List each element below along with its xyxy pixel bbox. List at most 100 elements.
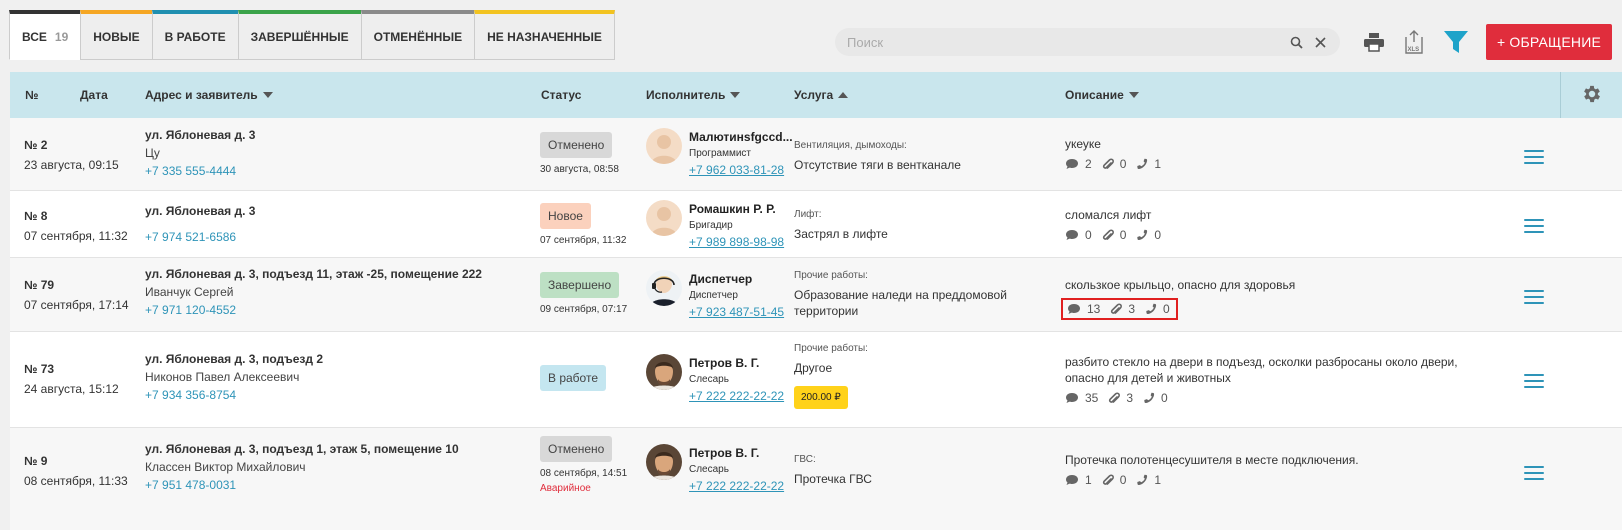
service-cell: Вентиляция, дымоходы: Отсутствие тяги в … [794, 140, 1044, 173]
new-request-button[interactable]: + ОБРАЩЕНИЕ [1486, 24, 1612, 60]
applicant-phone[interactable]: +7 335 555-4444 [145, 164, 255, 178]
col-service[interactable]: Услуга [794, 72, 849, 118]
executor-role: Программист [689, 148, 751, 159]
service-category: Вентиляция, дымоходы: [794, 140, 907, 151]
applicant-name [145, 222, 255, 226]
comments-count: 0 [1085, 228, 1092, 242]
row-menu-icon[interactable] [1524, 374, 1544, 388]
executor-phone[interactable]: +7 989 898-98-98 [689, 235, 784, 249]
col-address-label: Адрес и заявитель [145, 88, 258, 102]
status-badge: Отменено [540, 132, 613, 158]
status-date: 07 сентября, 11:32 [540, 235, 627, 246]
address: ул. Яблоневая д. 3, подъезд 2 [145, 352, 324, 366]
applicant-phone[interactable]: +7 974 521-6586 [145, 230, 255, 244]
comments-count: 2 [1085, 157, 1092, 171]
tab-new[interactable]: НОВЫЕ [80, 10, 153, 60]
row-menu-icon[interactable] [1524, 290, 1544, 304]
request-date: 07 сентября, 11:32 [24, 229, 128, 243]
col-number-label: № [25, 88, 39, 102]
table-row[interactable]: № 8 07 сентября, 11:32 ул. Яблоневая д. … [10, 191, 1622, 258]
calls-counter: 0 [1145, 302, 1170, 316]
executor-phone[interactable]: +7 222 222-22-22 [689, 389, 784, 403]
calls-counter: 1 [1136, 157, 1161, 171]
export-xls-icon[interactable]: XLS [1398, 26, 1430, 58]
avatar [646, 128, 682, 164]
tab-label: ОТМЕНЁННЫЕ [373, 29, 463, 44]
requests-table: № Дата Адрес и заявитель Статус Исполнит… [10, 72, 1622, 530]
activity-counters[interactable]: 0 0 0 [1065, 228, 1495, 242]
col-address[interactable]: Адрес и заявитель [145, 72, 273, 118]
executor-phone[interactable]: +7 923 487-51-45 [689, 305, 784, 319]
row-menu-icon[interactable] [1524, 150, 1544, 164]
status-cell: Отменено 08 сентября, 14:51 Аварийное [540, 436, 627, 494]
phone-icon [1137, 229, 1148, 241]
search-icon[interactable] [1288, 34, 1304, 50]
table-row[interactable]: № 2 23 августа, 09:15 ул. Яблоневая д. 3… [10, 118, 1622, 191]
row-menu-icon[interactable] [1524, 466, 1544, 480]
files-counter: 0 [1102, 228, 1126, 242]
comments-count: 1 [1085, 473, 1092, 487]
address: ул. Яблоневая д. 3, подъезд 11, этаж -25… [145, 267, 482, 281]
executor-phone[interactable]: +7 962 033-81-28 [689, 163, 793, 177]
tab-all[interactable]: ВСЕ 19 [9, 10, 82, 60]
phone-icon [1137, 474, 1148, 486]
request-date: 23 августа, 09:15 [24, 158, 119, 172]
request-number: № 79 [24, 278, 55, 292]
activity-counters[interactable]: 1 0 1 [1065, 473, 1495, 487]
status-badge: Новое [540, 203, 591, 229]
activity-counters[interactable]: 35 3 0 [1065, 391, 1495, 405]
activity-counters[interactable]: 13 3 0 [1061, 298, 1178, 320]
number-date-cell: № 2 23 августа, 09:15 [24, 138, 119, 172]
service-name: Образование наледи на преддомовой террит… [794, 288, 1007, 318]
tab-in-progress[interactable]: В РАБОТЕ [151, 10, 239, 60]
svg-text:XLS: XLS [1408, 47, 1420, 53]
executor-name: Петров В. Г. [689, 446, 760, 460]
paperclip-icon [1109, 391, 1121, 403]
status-tabs: ВСЕ 19 НОВЫЕ В РАБОТЕ ЗАВЕРШЁННЫЕ ОТМЕНЁ… [9, 10, 615, 60]
search-input[interactable] [847, 34, 1280, 50]
col-description[interactable]: Описание [1065, 72, 1139, 118]
comments-counter: 35 [1065, 391, 1098, 405]
table-header: № Дата Адрес и заявитель Статус Исполнит… [10, 72, 1622, 118]
tab-label: НЕ НАЗНАЧЕННЫЕ [487, 29, 602, 44]
service-category: Прочие работы: [794, 343, 868, 354]
table-row[interactable]: № 9 08 сентября, 11:33 ул. Яблоневая д. … [10, 428, 1622, 530]
print-icon[interactable] [1358, 26, 1390, 58]
calls-count: 0 [1163, 302, 1170, 316]
executor-cell: Ромашкин Р. Р. Бригадир +7 989 898-98-98 [689, 202, 784, 249]
phone-icon [1146, 303, 1157, 315]
number-date-cell: № 9 08 сентября, 11:33 [24, 454, 128, 488]
table-row[interactable]: № 73 24 августа, 15:12 ул. Яблоневая д. … [10, 332, 1622, 428]
tab-unassigned[interactable]: НЕ НАЗНАЧЕННЫЕ [474, 10, 615, 60]
address-cell: ул. Яблоневая д. 3, подъезд 2 Никонов Па… [145, 352, 323, 402]
table-row[interactable]: № 79 07 сентября, 17:14 ул. Яблоневая д.… [10, 258, 1622, 332]
status-cell: Новое 07 сентября, 11:32 [540, 203, 626, 246]
calls-count: 0 [1154, 228, 1162, 242]
applicant-phone[interactable]: +7 951 478-0031 [145, 478, 459, 492]
phone-icon [1137, 158, 1148, 170]
filter-icon[interactable] [1440, 26, 1472, 58]
avatar [646, 200, 682, 236]
tab-count: 19 [54, 29, 69, 44]
executor-phone[interactable]: +7 222 222-22-22 [689, 479, 784, 493]
description-text: укеуке [1065, 137, 1101, 151]
search-bar [835, 28, 1340, 56]
paperclip-icon [1102, 228, 1114, 240]
gear-icon[interactable] [1581, 83, 1603, 108]
col-status[interactable]: Статус [541, 72, 581, 118]
description-cell: укеуке 2 0 1 [1065, 136, 1495, 171]
activity-counters[interactable]: 2 0 1 [1065, 157, 1495, 171]
executor-cell: Петров В. Г. Слесарь +7 222 222-22-22 [689, 446, 784, 493]
col-date[interactable]: Дата [80, 72, 108, 118]
col-executor[interactable]: Исполнитель [646, 72, 741, 118]
tab-cancelled[interactable]: ОТМЕНЁННЫЕ [360, 10, 476, 60]
row-menu-icon[interactable] [1524, 219, 1544, 233]
applicant-phone[interactable]: +7 934 356-8754 [145, 388, 323, 402]
files-counter: 0 [1102, 473, 1126, 487]
tab-completed[interactable]: ЗАВЕРШЁННЫЕ [237, 10, 362, 60]
comment-icon [1066, 230, 1078, 240]
clear-icon[interactable] [1312, 34, 1328, 50]
applicant-phone[interactable]: +7 971 120-4552 [145, 303, 482, 317]
executor-cell: Петров В. Г. Слесарь +7 222 222-22-22 [689, 356, 784, 403]
comments-count: 13 [1087, 302, 1101, 316]
